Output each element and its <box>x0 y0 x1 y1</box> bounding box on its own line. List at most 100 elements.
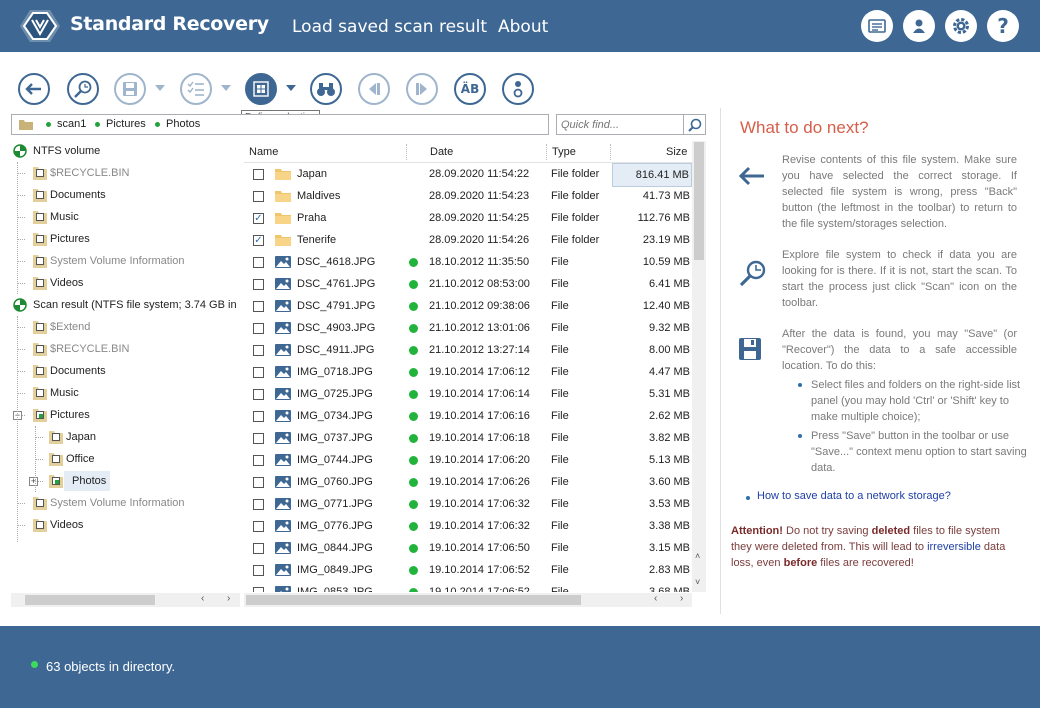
table-row[interactable]: IMG_0849.JPG 19.10.2014 17:06:52 File 2.83 … <box>244 559 692 581</box>
table-row[interactable]: IMG_0737.JPG 19.10.2014 17:06:18 File 3.82 … <box>244 427 692 449</box>
table-row[interactable]: DSC_4761.JPG 21.10.2012 08:53:00 File 6.41 … <box>244 273 692 295</box>
save-button[interactable] <box>114 73 146 105</box>
table-row[interactable]: IMG_0776.JPG 19.10.2014 17:06:32 File 3.38 … <box>244 515 692 537</box>
network-storage-link[interactable]: How to save data to a network storage? <box>746 490 951 502</box>
tree-root[interactable]: NTFS volume <box>11 140 240 162</box>
column-separator[interactable] <box>610 144 611 160</box>
folder-checkbox-icon[interactable] <box>33 188 47 202</box>
table-row[interactable]: IMG_0853.JPG 19.10.2014 17:06:52 File 3.68 … <box>244 581 692 592</box>
settings-button[interactable] <box>945 10 977 42</box>
row-checkbox[interactable]: ✓ <box>253 235 264 246</box>
folder-checkbox-icon[interactable] <box>33 320 47 334</box>
list-scrollbar-thumb[interactable] <box>694 142 704 260</box>
save-dropdown-arrow-icon[interactable] <box>155 85 165 91</box>
column-separator[interactable] <box>546 144 547 160</box>
list-scrollbar-thumb-h[interactable] <box>246 595 581 605</box>
row-checkbox[interactable] <box>253 565 264 576</box>
breadcrumb-item[interactable]: scan1 <box>57 118 86 130</box>
status-button[interactable] <box>502 73 534 105</box>
tree-scrollbar-thumb[interactable] <box>25 595 155 605</box>
row-checkbox[interactable] <box>253 433 264 444</box>
folder-checkbox-icon[interactable] <box>33 166 47 180</box>
tree-item[interactable]: Office <box>11 448 240 470</box>
tree-item[interactable]: Music <box>11 382 240 404</box>
row-checkbox[interactable] <box>253 543 264 554</box>
folder-checkbox-icon[interactable] <box>33 386 47 400</box>
scroll-left-icon[interactable]: ‹ <box>201 593 204 604</box>
row-checkbox[interactable] <box>253 477 264 488</box>
tree-item[interactable]: Documents <box>11 184 240 206</box>
row-checkbox[interactable] <box>253 323 264 334</box>
folder-checkbox-icon[interactable] <box>33 496 47 510</box>
table-row[interactable]: IMG_0844.JPG 19.10.2014 17:06:50 File 3.15 … <box>244 537 692 559</box>
row-checkbox[interactable] <box>253 301 264 312</box>
breadcrumb-item[interactable]: Photos <box>166 118 200 130</box>
tree-item[interactable]: Pictures <box>11 228 240 250</box>
task-list-dropdown-arrow-icon[interactable] <box>221 85 231 91</box>
row-checkbox[interactable] <box>253 455 264 466</box>
table-row[interactable]: DSC_4791.JPG 21.10.2012 09:38:06 File 12.40… <box>244 295 692 317</box>
help-button[interactable]: ? <box>987 10 1019 42</box>
tree-item[interactable]: Videos <box>11 514 240 536</box>
tree-item[interactable]: $RECYCLE.BIN <box>11 162 240 184</box>
folder-checkbox-icon[interactable] <box>33 276 47 290</box>
tree-item[interactable]: Japan <box>11 426 240 448</box>
folder-checkbox-icon[interactable] <box>33 364 47 378</box>
explore-button[interactable] <box>67 73 99 105</box>
row-checkbox[interactable] <box>253 521 264 532</box>
filename-case-button[interactable]: ÄB <box>454 73 486 105</box>
table-row[interactable]: IMG_0744.JPG 19.10.2014 17:06:20 File 5.13 … <box>244 449 692 471</box>
tree-item[interactable]: Videos <box>11 272 240 294</box>
column-separator[interactable] <box>406 144 407 160</box>
scroll-right-icon[interactable]: › <box>680 593 683 604</box>
column-header-size[interactable]: Size <box>666 146 687 158</box>
folder-checkbox-icon[interactable] <box>49 430 63 444</box>
column-header-name[interactable]: Name <box>249 146 278 158</box>
find-button[interactable] <box>310 73 342 105</box>
row-checkbox[interactable] <box>253 499 264 510</box>
account-button[interactable] <box>903 10 935 42</box>
table-row[interactable]: DSC_4911.JPG 21.10.2012 13:27:14 File 8.00 … <box>244 339 692 361</box>
table-row[interactable]: IMG_0734.JPG 19.10.2014 17:06:16 File 2.62 … <box>244 405 692 427</box>
column-header-type[interactable]: Type <box>552 146 576 158</box>
tree-item[interactable]: System Volume Information <box>11 250 240 272</box>
row-checkbox[interactable] <box>253 587 264 592</box>
tree-root[interactable]: Scan result (NTFS file system; 3.74 GB i… <box>11 294 240 316</box>
table-row[interactable]: Maldives 28.09.2020 11:54:23 File folder 41… <box>244 185 692 207</box>
folder-checkbox-icon[interactable] <box>49 474 63 488</box>
quick-find-input[interactable] <box>556 114 684 135</box>
table-row[interactable]: DSC_4618.JPG 18.10.2012 11:35:50 File 10.59… <box>244 251 692 273</box>
next-button[interactable] <box>406 73 438 105</box>
table-row[interactable]: ✓ Praha 28.09.2020 11:54:25 File folder 112.… <box>244 207 692 229</box>
task-list-button[interactable] <box>180 73 212 105</box>
load-saved-scan-link[interactable]: Load saved scan result <box>292 17 487 37</box>
tree-item[interactable]: Documents <box>11 360 240 382</box>
column-header-date[interactable]: Date <box>430 146 453 158</box>
expand-icon[interactable]: + <box>29 477 38 486</box>
scroll-up-icon[interactable]: ˄ <box>695 551 700 561</box>
row-checkbox[interactable] <box>253 191 264 202</box>
folder-checkbox-icon[interactable] <box>33 254 47 268</box>
row-checkbox[interactable] <box>253 389 264 400</box>
about-link[interactable]: About <box>498 17 548 37</box>
list-horizontal-scrollbar[interactable]: ‹ › <box>244 593 692 607</box>
tree-horizontal-scrollbar[interactable]: ‹ › <box>11 593 240 607</box>
table-row[interactable]: ✓ Tenerife 28.09.2020 11:54:26 File folder 2… <box>244 229 692 251</box>
breadcrumb-item[interactable]: Pictures <box>106 118 146 130</box>
row-checkbox[interactable]: ✓ <box>253 213 264 224</box>
tree-item[interactable]: − Pictures <box>11 404 240 426</box>
folder-checkbox-icon[interactable] <box>49 452 63 466</box>
folder-checkbox-icon[interactable] <box>33 408 47 422</box>
breadcrumb[interactable]: scan1 Pictures Photos <box>11 114 549 135</box>
tree-item[interactable]: Music <box>11 206 240 228</box>
tree-item[interactable]: $Extend <box>11 316 240 338</box>
tree-item[interactable]: + Photos <box>11 470 240 492</box>
licence-button[interactable] <box>861 10 893 42</box>
row-checkbox[interactable] <box>253 257 264 268</box>
folder-checkbox-icon[interactable] <box>33 342 47 356</box>
scroll-right-icon[interactable]: › <box>227 593 230 604</box>
row-checkbox[interactable] <box>253 169 264 180</box>
scroll-down-icon[interactable]: ˅ <box>695 577 700 587</box>
panel-divider[interactable] <box>720 108 721 614</box>
scroll-left-icon[interactable]: ‹ <box>654 593 657 604</box>
